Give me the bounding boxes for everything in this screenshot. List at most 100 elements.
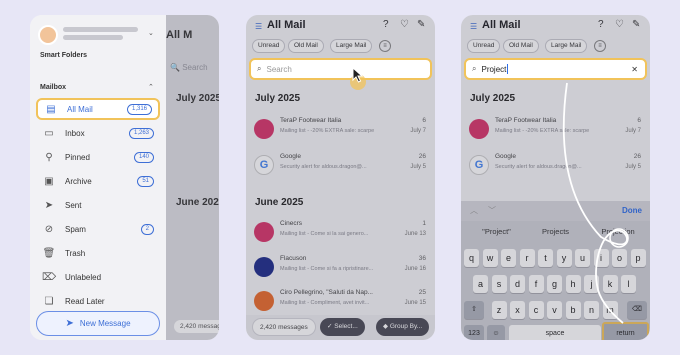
thread-count: 25 — [418, 289, 426, 296]
panel-typing: ☰ All Mail ? ♡ ✎ Unread Old Mail Large M… — [461, 15, 650, 340]
inbox-icon: ▭ — [44, 127, 54, 139]
thread-count: 1 — [422, 220, 426, 227]
sidebar-item-label: Trash — [65, 248, 86, 258]
count-badge: 1,316 — [126, 103, 152, 115]
sidebar-item-label: Pinned — [65, 152, 90, 162]
chip-unread[interactable]: Unread — [252, 39, 286, 53]
sender-avatar — [254, 291, 274, 311]
pin-icon: ⚲ — [45, 151, 53, 163]
message-sender: Ciro Pellegrino, "Saluti da Nap... — [280, 289, 373, 296]
count-badge: 2 — [140, 223, 154, 235]
group-icon: ◆ — [383, 323, 390, 330]
heart-icon[interactable]: ♡ — [400, 19, 409, 30]
pointer-cursor-icon — [352, 67, 364, 83]
section-june: June 2025 — [255, 197, 304, 208]
message-count-behind: 2,420 messages — [174, 320, 219, 333]
search-input[interactable]: ⌕ Search — [249, 58, 432, 80]
group-by-label: Group By... — [389, 323, 423, 330]
list-item[interactable]: Ciro Pellegrino, "Saluti da Nap... Maili… — [246, 287, 435, 317]
message-date: July 7 — [410, 128, 426, 134]
message-date: June 15 — [404, 300, 426, 306]
search-behind: 🔍 Search — [170, 63, 208, 72]
list-item[interactable]: G Google Security alert for aldous.drago… — [246, 151, 435, 181]
compose-icon[interactable]: ✎ — [417, 19, 425, 30]
sidebar-item-unlabeled[interactable]: ⌦ Unlabeled — [36, 266, 160, 288]
sidebar-item-label: Unlabeled — [65, 272, 102, 282]
list-item[interactable]: TeraP Footwear Italia Mailing list - -20… — [246, 115, 435, 145]
smart-folders-heading[interactable]: Smart Folders — [40, 52, 87, 59]
trash-icon: 🗑 — [42, 247, 56, 259]
panel-sidebar: All M 🔍 Search July 2025 June 2025 2,420… — [30, 15, 219, 340]
sidebar: ⌄ Smart Folders Mailbox ⌃ ▤ All Mail 1,3… — [30, 15, 166, 340]
unlabeled-icon: ⌦ — [42, 271, 57, 283]
sidebar-item-trash[interactable]: 🗑 Trash — [36, 242, 160, 264]
sidebar-item-label: Sent — [65, 200, 82, 210]
all-mail-title-behind: All M — [166, 29, 193, 41]
section-july: July 2025 — [255, 93, 301, 104]
message-date: July 5 — [410, 164, 426, 170]
message-snippet: Mailing list - -20% EXTRA sale: scarpe — [280, 128, 375, 134]
bookmark-icon: ❏ — [44, 295, 54, 307]
new-message-button[interactable]: ➤ New Message — [36, 311, 160, 336]
menu-icon[interactable]: ☰ — [255, 22, 262, 31]
sidebar-item-sent[interactable]: ➤ Sent — [36, 194, 160, 216]
chip-old-mail[interactable]: Old Mail — [288, 39, 324, 53]
sender-avatar — [254, 257, 274, 277]
sidebar-item-spam[interactable]: ⊘ Spam 2 — [36, 218, 160, 240]
send-icon: ➤ — [65, 318, 74, 329]
sidebar-item-label: Read Later — [65, 296, 105, 306]
section-june-behind: June 2025 — [176, 197, 219, 208]
page-title: All Mail — [267, 19, 306, 31]
group-by-button[interactable]: ◆ Group By... — [376, 318, 430, 336]
sidebar-item-all-mail[interactable]: ▤ All Mail 1,316 — [36, 98, 160, 120]
chip-large-mail[interactable]: Large Mail — [330, 39, 373, 53]
count-badge: 51 — [137, 175, 154, 187]
thread-count: 6 — [422, 117, 426, 124]
list-item[interactable]: Cinecrs Mailing list - Come si la sai ge… — [246, 218, 435, 248]
mailbox-heading[interactable]: Mailbox — [40, 84, 66, 91]
chevron-down-icon[interactable]: ⌄ — [148, 29, 154, 37]
sidebar-item-label: All Mail — [67, 104, 93, 114]
message-date: June 13 — [404, 231, 426, 237]
mail-list-behind: All M 🔍 Search July 2025 June 2025 2,420… — [166, 15, 219, 340]
message-snippet: Mailing list - Compliment, avet invit... — [280, 300, 370, 306]
gesture-path-annotation — [562, 82, 629, 324]
list-item[interactable]: Flacuson Mailing list - Come si fa a rip… — [246, 253, 435, 283]
sidebar-item-read-later[interactable]: ❏ Read Later — [36, 290, 160, 312]
message-snippet: Mailing list - Come si fa a ripristinare… — [280, 266, 374, 272]
select-button[interactable]: ✓ Select... — [320, 318, 365, 336]
archive-icon: ▣ — [44, 175, 54, 187]
section-july-behind: July 2025 — [176, 93, 219, 104]
google-icon: G — [254, 155, 274, 175]
help-icon[interactable]: ? — [383, 19, 389, 30]
message-count: 2,420 messages — [252, 318, 316, 336]
thread-count: 26 — [418, 153, 426, 160]
message-snippet: Security alert for aldous.dragon@... — [280, 164, 367, 170]
panel-search-tap: ☰ All Mail ? ♡ ✎ Unread Old Mail Large M… — [246, 15, 435, 340]
sidebar-item-label: Inbox — [65, 128, 85, 138]
spam-icon: ⊘ — [44, 223, 54, 235]
sender-avatar — [254, 119, 274, 139]
sidebar-item-label: Spam — [65, 224, 86, 234]
count-badge: 1,263 — [128, 127, 154, 139]
thread-count: 36 — [418, 255, 426, 262]
chevron-up-icon[interactable]: ⌃ — [148, 83, 154, 91]
select-label: Select... — [334, 323, 358, 330]
sender-avatar — [254, 222, 274, 242]
bottom-toolbar: 2,420 messages ✓ Select... ◆ Group By... — [246, 315, 435, 340]
message-sender: TeraP Footwear Italia — [280, 117, 342, 124]
account-name-placeholder — [63, 27, 138, 32]
account-email-placeholder — [63, 35, 123, 40]
message-snippet: Mailing list - Come si la sai genero... — [280, 231, 369, 237]
avatar[interactable] — [38, 25, 58, 45]
message-date: June 16 — [404, 266, 426, 272]
sidebar-item-inbox[interactable]: ▭ Inbox 1,263 — [36, 122, 160, 144]
send-icon: ➤ — [44, 199, 54, 211]
message-sender: Cinecrs — [280, 220, 303, 227]
sidebar-item-archive[interactable]: ▣ Archive 51 — [36, 170, 160, 192]
new-message-label: New Message — [79, 319, 131, 328]
message-sender: Google — [280, 153, 301, 160]
filter-icon[interactable]: ≡ — [379, 40, 391, 52]
sidebar-item-pinned[interactable]: ⚲ Pinned 140 — [36, 146, 160, 168]
top-bar: ☰ All Mail ? ♡ ✎ — [246, 15, 435, 35]
